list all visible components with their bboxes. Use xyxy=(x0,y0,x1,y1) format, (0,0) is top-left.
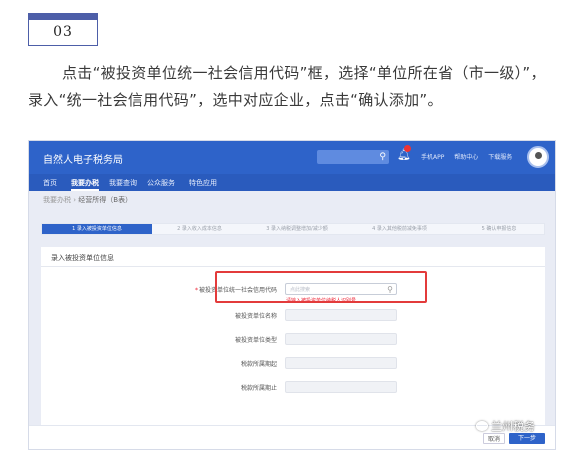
step-4: 4 录入其他税前减免事项 xyxy=(372,226,427,232)
panel-title: 录入被投资单位信息 xyxy=(51,254,114,262)
next-button[interactable]: 下一步 xyxy=(509,433,545,444)
step-number: 03 xyxy=(53,24,73,40)
period-start-label: 税款所属期起 xyxy=(240,361,277,368)
tax-app-screenshot: 自然人电子税务局 ⚲ 🔔︎ 手机APP 帮助中心 下载服务 首页 我要办税 我要… xyxy=(28,140,556,450)
header-search-input[interactable]: ⚲ xyxy=(317,150,389,164)
breadcrumb: 我要办税 › 经营所得（B表） xyxy=(43,195,132,205)
nav-home[interactable]: 首页 xyxy=(43,178,57,188)
unit-name-label: 被投资单位名称 xyxy=(234,313,277,320)
unit-type-field xyxy=(285,333,397,345)
nav-bar: 首页 我要办税 我要查询 公众服务 特色应用 xyxy=(29,174,555,191)
app-header: 自然人电子税务局 ⚲ 🔔︎ 手机APP 帮助中心 下载服务 xyxy=(29,141,555,174)
header-link-help[interactable]: 帮助中心 xyxy=(454,154,478,161)
header-links: 手机APP 帮助中心 下载服务 xyxy=(421,152,520,161)
progress-steps: 1 录入被投资单位信息 2 录入收入成本信息 3 录入纳税调整增加/减少额 4 … xyxy=(41,223,545,235)
nav-special-apps[interactable]: 特色应用 xyxy=(189,178,217,188)
period-end-label: 税款所属期止 xyxy=(240,385,277,392)
breadcrumb-current: 经营所得（B表） xyxy=(78,196,133,204)
nav-query[interactable]: 我要查询 xyxy=(109,178,137,188)
watermark: 兰州税务 xyxy=(476,418,535,434)
step-1: 1 录入被投资单位信息 xyxy=(42,224,152,234)
step-3: 3 录入纳税调整增加/减少额 xyxy=(266,226,328,232)
instruction-text: 点击“被投资单位统一社会信用代码”框，选择“单位所在省（市一级）”，录入“统一社… xyxy=(28,64,546,109)
unit-type-label: 被投资单位类型 xyxy=(234,337,277,344)
step-badge-bar xyxy=(29,14,97,20)
step-badge: 03 xyxy=(28,13,98,46)
breadcrumb-root[interactable]: 我要办税 xyxy=(43,196,71,204)
avatar[interactable] xyxy=(527,146,549,168)
watermark-text: 兰州税务 xyxy=(491,420,535,433)
period-start-field xyxy=(285,357,397,369)
nav-tax-handling[interactable]: 我要办税 xyxy=(71,178,99,191)
panel-divider xyxy=(41,266,545,267)
nav-public-service[interactable]: 公众服务 xyxy=(147,178,175,188)
wechat-icon xyxy=(476,421,488,431)
period-end-field xyxy=(285,381,397,393)
header-link-download[interactable]: 下载服务 xyxy=(488,154,512,161)
step-5: 5 确认申报信息 xyxy=(481,226,517,232)
red-highlight-box xyxy=(215,271,427,303)
header-link-app[interactable]: 手机APP xyxy=(421,154,444,161)
unit-name-field xyxy=(285,309,397,321)
cancel-button[interactable]: 取消 xyxy=(483,433,505,444)
step-2: 2 录入收入成本信息 xyxy=(177,226,222,232)
app-title: 自然人电子税务局 xyxy=(43,155,123,166)
required-mark: * xyxy=(194,287,198,294)
search-icon: ⚲ xyxy=(379,152,386,162)
notification-badge xyxy=(404,145,411,152)
